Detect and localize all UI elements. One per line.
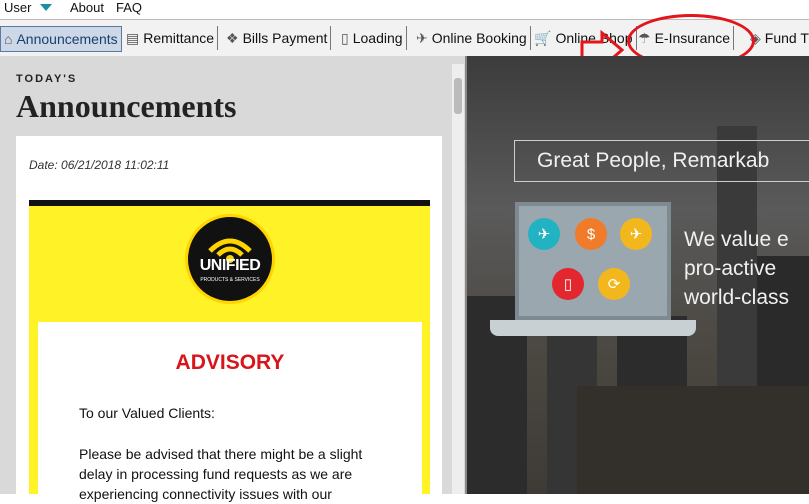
- logo-text: UNIFIED: [199, 257, 261, 274]
- tab-fund-transfer[interactable]: ◈ Fund T: [750, 26, 809, 50]
- menu-about[interactable]: About: [70, 0, 104, 16]
- plane-icon: ✈: [620, 218, 652, 250]
- logo-subtext: PRODUCTS & SERVICES: [200, 277, 260, 283]
- announcement-date: Date: 06/21/2018 11:02:11: [29, 158, 170, 172]
- plane-icon: ✈: [528, 218, 560, 250]
- tab-bills-payment[interactable]: ❖ Bills Payment: [226, 26, 332, 50]
- hero-line: pro-active: [684, 257, 777, 280]
- advisory-heading: ADVISORY: [175, 351, 285, 374]
- scrollbar[interactable]: [452, 64, 464, 494]
- scrollbar-thumb[interactable]: [454, 78, 462, 114]
- advisory-line: experiencing connectivity issues with ou…: [79, 486, 332, 502]
- announcements-kicker: TODAY'S: [16, 73, 78, 85]
- advisory-greeting: To our Valued Clients:: [79, 405, 215, 421]
- tab-label: Bills Payment: [242, 30, 328, 46]
- tab-label: Fund T: [764, 30, 809, 46]
- hero-tagline: Great People, Remarkab: [514, 140, 809, 182]
- laptop-base: [490, 320, 696, 336]
- cart-icon: 🛒: [534, 29, 552, 46]
- tab-announcements[interactable]: ⌂ Announcements: [0, 26, 122, 52]
- phone-icon: ▯: [341, 29, 349, 46]
- chevron-down-icon[interactable]: [40, 4, 52, 11]
- tab-label: Announcements: [16, 31, 118, 47]
- advisory-line: Please be advised that there might be a …: [79, 446, 363, 462]
- tab-loading[interactable]: ▯ Loading: [341, 26, 407, 50]
- menu-faq[interactable]: FAQ: [116, 0, 142, 16]
- page-title: Announcements: [16, 88, 237, 124]
- advisory-line: delay in processing fund requests as we …: [79, 466, 353, 482]
- home-icon: ⌂: [4, 31, 13, 47]
- bills-icon: ❖: [226, 29, 239, 46]
- menu-user[interactable]: User: [4, 0, 31, 16]
- phone-icon: ▯: [552, 268, 584, 300]
- plane-icon: ✈: [416, 29, 428, 46]
- tab-label: Remittance: [143, 30, 215, 46]
- hero-line: We value e: [684, 228, 789, 251]
- remittance-icon: ▤: [126, 29, 140, 46]
- bills-icon: $: [575, 218, 607, 250]
- hero-line: world-class: [684, 286, 790, 309]
- tab-online-booking[interactable]: ✈ Online Booking: [416, 26, 531, 50]
- tab-label: Online Booking: [431, 30, 527, 46]
- remittance-icon: ⟳: [598, 268, 630, 300]
- tab-remittance[interactable]: ▤ Remittance: [126, 26, 219, 50]
- tab-label: Loading: [352, 30, 403, 46]
